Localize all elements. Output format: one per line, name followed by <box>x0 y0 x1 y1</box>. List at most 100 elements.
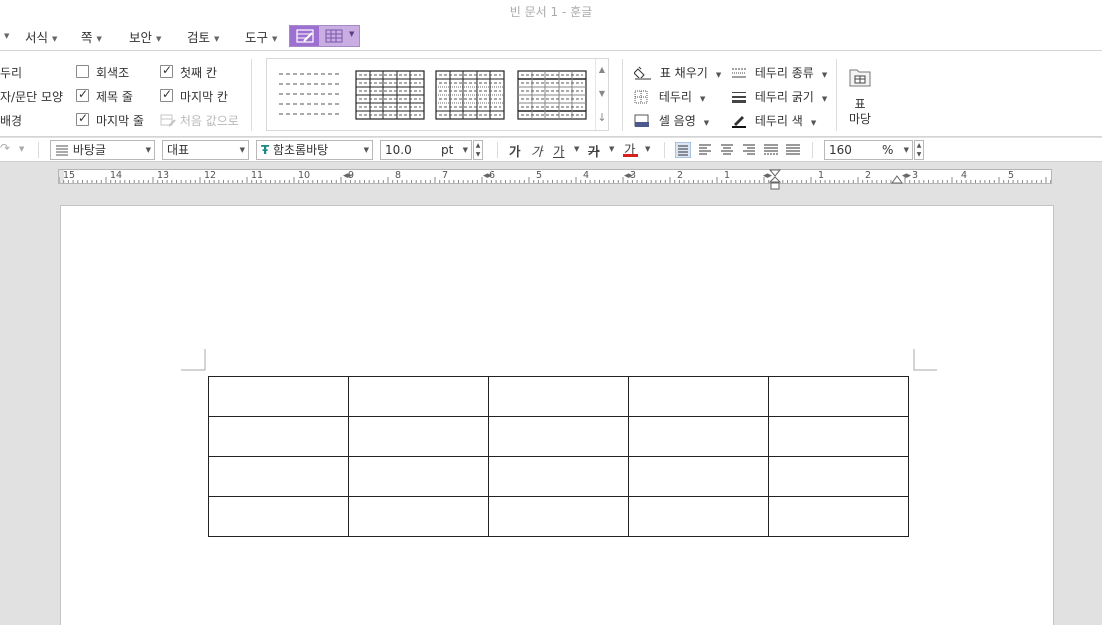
border-type-button[interactable]: 테두리 종류 ▼ <box>731 64 827 81</box>
underline-button[interactable]: 가 <box>553 141 565 160</box>
title-bar: 빈 문서 1 - 훈글 <box>0 0 1102 22</box>
context-tab-dropdown[interactable]: ▼ <box>349 30 354 38</box>
last-column-checkbox[interactable] <box>160 87 173 102</box>
gallery-scroll-down-icon[interactable]: ▼ <box>596 89 608 98</box>
table-cell[interactable] <box>348 456 489 497</box>
menu-review-label: 검토 <box>187 30 211 45</box>
horizontal-ruler[interactable]: 15 14 13 12 11 10 9 8 7 6 5 4 3 2 1 1 2 … <box>58 169 1052 190</box>
menu-format[interactable]: 서식 ▼ <box>25 27 57 46</box>
menu-overflow-caret[interactable]: ▼ <box>0 27 9 42</box>
font-size-spinner[interactable]: ▲ ▼ <box>473 140 483 160</box>
align-center-icon[interactable] <box>719 142 735 158</box>
align-left-icon[interactable] <box>697 142 713 158</box>
header-row-checkbox[interactable] <box>76 87 89 102</box>
style-icon <box>56 145 68 156</box>
table-layout-tab[interactable] <box>320 26 348 46</box>
table-style-none-thumb[interactable] <box>277 70 341 118</box>
table-cell[interactable] <box>768 416 909 457</box>
strikethrough-dropdown-icon[interactable]: ▼ <box>609 145 614 153</box>
table-cell[interactable] <box>488 416 629 457</box>
table-style-header-thumb[interactable] <box>517 70 587 120</box>
header-row-label: 제목 줄 <box>96 90 133 104</box>
table-cell[interactable] <box>628 376 769 417</box>
font-size-combo[interactable]: 10.0 pt ▼ <box>380 140 472 160</box>
style-dropdown-icon[interactable]: ▼ <box>146 141 151 159</box>
indent-marker-icon[interactable] <box>768 169 782 191</box>
zoom-dropdown-icon[interactable]: ▼ <box>904 141 909 159</box>
font-unit-dropdown-icon[interactable]: ▼ <box>463 141 468 159</box>
table-design-tab[interactable] <box>290 26 319 46</box>
reset-default-button[interactable]: 처음 값으로 <box>160 112 239 129</box>
font-combo[interactable]: Ŧ 함초롬바탕 ▼ <box>256 140 373 160</box>
ribbon-border-item[interactable]: 두리 <box>0 64 22 81</box>
gallery-expand-icon[interactable]: ↓ <box>596 111 608 124</box>
language-dropdown-icon[interactable]: ▼ <box>240 141 245 159</box>
grayscale-checkbox[interactable] <box>76 65 89 78</box>
document-page[interactable] <box>60 205 1054 625</box>
align-justify-icon[interactable] <box>675 142 691 158</box>
align-divide-icon[interactable] <box>785 142 801 158</box>
column-marker-icon[interactable]: ◂▸ <box>483 171 492 181</box>
column-marker-icon[interactable]: ◂▸ <box>624 171 633 181</box>
bold-button[interactable]: 가 <box>509 141 521 160</box>
table-cell[interactable] <box>628 496 769 537</box>
menu-page[interactable]: 쪽 ▼ <box>81 27 102 46</box>
border-thickness-button[interactable]: 테두리 굵기 ▼ <box>731 88 827 105</box>
table-cell[interactable] <box>208 376 349 417</box>
table-style-dotted-thumb[interactable] <box>435 70 505 120</box>
redo-icon[interactable]: ↷ <box>0 141 10 155</box>
border-color-button[interactable]: 테두리 색 ▼ <box>731 112 816 129</box>
language-value: 대표 <box>167 143 190 157</box>
menu-security[interactable]: 보안 ▼ <box>129 27 161 46</box>
table-cell[interactable] <box>768 496 909 537</box>
zoom-spinner[interactable]: ▲ ▼ <box>914 140 924 160</box>
cell-shade-button[interactable]: 셀 음영 ▼ <box>634 112 709 129</box>
ribbon-char-para-shape-item[interactable]: 자/문단 모양 <box>0 88 63 105</box>
table-fill-button[interactable]: 표 채우기 ▼ <box>633 64 721 81</box>
align-right-icon[interactable] <box>741 142 757 158</box>
ribbon-background-item[interactable]: 배경 <box>0 112 22 129</box>
font-color-dropdown-icon[interactable]: ▼ <box>645 145 650 153</box>
table-cell[interactable] <box>208 416 349 457</box>
pen-icon <box>732 116 746 128</box>
table-cell[interactable] <box>208 496 349 537</box>
last-row-checkbox[interactable] <box>76 111 89 126</box>
gallery-scroll-up-icon[interactable]: ▲ <box>596 65 608 74</box>
redo-dropdown-icon[interactable]: ▼ <box>19 145 24 153</box>
column-marker-icon[interactable]: ◂▸ <box>902 171 911 181</box>
italic-button[interactable]: 가 <box>531 141 543 160</box>
underline-dropdown-icon[interactable]: ▼ <box>574 145 579 153</box>
table-cell[interactable] <box>768 376 909 417</box>
table-cell[interactable] <box>348 416 489 457</box>
right-indent-marker-icon[interactable] <box>891 175 903 185</box>
table-cell[interactable] <box>628 456 769 497</box>
table-cell[interactable] <box>488 496 629 537</box>
table-cell[interactable] <box>628 416 769 457</box>
table-cell[interactable] <box>208 456 349 497</box>
reset-default-label: 처음 값으로 <box>179 114 239 128</box>
table-cell[interactable] <box>488 376 629 417</box>
table-yard-button[interactable]: 표 마당 <box>846 65 874 127</box>
style-combo[interactable]: 바탕글 ▼ <box>50 140 155 160</box>
zoom-combo[interactable]: 160 % ▼ <box>824 140 913 160</box>
table-style-gallery[interactable]: ▲ ▼ ↓ <box>266 58 609 131</box>
table-cell[interactable] <box>348 376 489 417</box>
table-cell[interactable] <box>768 456 909 497</box>
align-distribute-icon[interactable] <box>763 142 779 158</box>
border-button[interactable]: 테두리 ▼ <box>634 88 705 105</box>
menu-review[interactable]: 검토 ▼ <box>187 27 219 46</box>
strikethrough-button[interactable]: 가 <box>588 141 600 160</box>
table-context-tab[interactable]: ▼ <box>289 25 360 47</box>
document-table[interactable] <box>208 376 909 537</box>
table-cell[interactable] <box>488 456 629 497</box>
first-column-checkbox[interactable] <box>160 63 173 78</box>
menu-tools[interactable]: 도구 ▼ <box>245 27 277 46</box>
toolbar-separator <box>664 142 665 158</box>
cell-shade-label: 셀 음영 <box>658 114 696 128</box>
font-dropdown-icon[interactable]: ▼ <box>364 141 369 159</box>
gallery-scrollbar[interactable]: ▲ ▼ ↓ <box>595 59 608 130</box>
table-cell[interactable] <box>348 496 489 537</box>
table-style-grid-thumb[interactable] <box>355 70 425 120</box>
language-combo[interactable]: 대표 ▼ <box>162 140 249 160</box>
column-marker-icon[interactable]: ◂▸ <box>343 171 352 181</box>
